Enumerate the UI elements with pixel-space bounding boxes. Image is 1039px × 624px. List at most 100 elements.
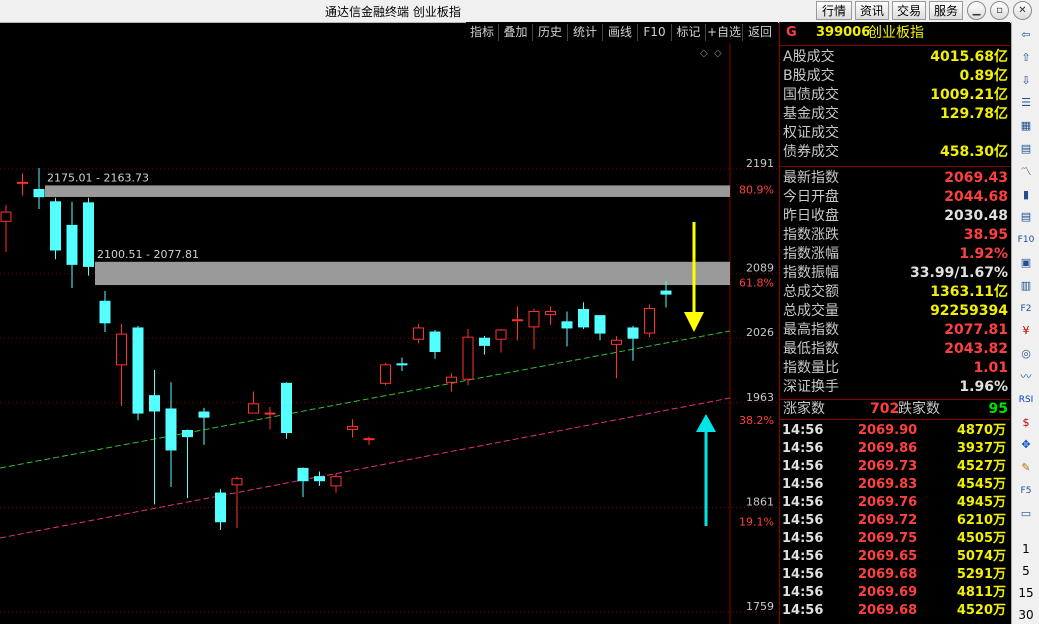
- candle-body: [297, 467, 309, 482]
- yellow-arrow-head: [684, 312, 704, 332]
- report-icon[interactable]: ▣: [1015, 254, 1037, 272]
- line-chart-icon[interactable]: 〰: [1015, 368, 1037, 386]
- f10-icon[interactable]: F10: [1015, 231, 1037, 249]
- decline-label: 跌家数: [898, 401, 940, 417]
- quote-row: 昨日收盘 2030.48: [780, 207, 1010, 226]
- period-30-button[interactable]: 30: [1012, 608, 1039, 622]
- app-title: 通达信金融终端 创业板指: [325, 5, 461, 19]
- quote-row: B股成交 0.89亿: [780, 67, 1010, 86]
- quote-row-label: 指数振幅: [783, 265, 839, 281]
- quote-row-value: 2069.43: [944, 170, 1008, 186]
- tick-price: 2069.90: [858, 423, 918, 438]
- news-icon[interactable]: ▥: [1015, 277, 1037, 295]
- quote-row-value: 92259394: [930, 303, 1008, 319]
- quote-row-value: 1.96%: [959, 379, 1008, 395]
- candle-body: [281, 382, 292, 434]
- quote-row-label: 总成交量: [783, 303, 839, 319]
- tick-volume: 4811万: [956, 585, 1006, 600]
- bars-icon[interactable]: ▮: [1015, 186, 1037, 204]
- candle-body: [116, 333, 127, 366]
- chart-icon[interactable]: 〽: [1015, 163, 1037, 181]
- quote-row: 指数振幅 33.99/1.67%: [780, 264, 1010, 283]
- money-icon[interactable]: ¥: [1015, 322, 1037, 340]
- quote-row: 最低指数 2043.82: [780, 340, 1010, 359]
- tool-statistics[interactable]: 统计: [568, 24, 603, 41]
- tick-time: 14:56: [782, 459, 824, 474]
- quote-row-label: B股成交: [783, 68, 835, 84]
- candle-body: [627, 327, 639, 339]
- quote-row-value: 1.01: [973, 360, 1008, 376]
- quote-row-label: 最新指数: [783, 170, 839, 186]
- tool-f10[interactable]: F10: [638, 24, 672, 41]
- kline-chart[interactable]: 2191 2089 2026 1963 1861 1759 80.9% 61.8% 38.2% 1…: [0, 22, 779, 624]
- quote-row-label: 指数量比: [783, 360, 839, 376]
- kline-chart-panel[interactable]: 2191 2089 2026 1963 1861 1759 80.9% 61.8% 38.2% 1…: [0, 22, 780, 624]
- rsi-icon[interactable]: RSI: [1015, 391, 1037, 409]
- quote-row-label: A股成交: [783, 49, 835, 65]
- tool-back[interactable]: 返回: [743, 24, 777, 41]
- minimize-icon[interactable]: ▁: [967, 1, 986, 20]
- window-icon[interactable]: ▭: [1015, 505, 1037, 523]
- price-zone: [95, 261, 730, 286]
- candle-body: [561, 321, 573, 329]
- quote-row: 指数涨幅 1.92%: [780, 245, 1010, 264]
- fib-label: 19.1%: [739, 516, 774, 529]
- quote-row-value: 129.78亿: [939, 106, 1008, 122]
- list-icon[interactable]: ☰: [1015, 94, 1037, 112]
- tool-mark[interactable]: 标记: [672, 24, 706, 41]
- dollar-icon[interactable]: $: [1015, 414, 1037, 432]
- quote-row-label: 债券成交: [783, 144, 839, 160]
- close-icon[interactable]: ✕: [1013, 1, 1032, 20]
- tool-history[interactable]: 历史: [533, 24, 568, 41]
- quote-row: 指数涨跌 38.95: [780, 226, 1010, 245]
- f2-icon[interactable]: F2: [1015, 300, 1037, 318]
- quote-row: 债券成交 458.30亿: [780, 143, 1010, 162]
- arrow-left-icon[interactable]: ⇦: [1015, 26, 1037, 44]
- fib-label: 61.8%: [739, 277, 774, 290]
- menu-service-button[interactable]: 服务: [929, 1, 963, 20]
- tool-overlay[interactable]: 叠加: [499, 24, 533, 41]
- menu-trade-button[interactable]: 交易: [892, 1, 926, 20]
- book-icon[interactable]: ▤: [1015, 208, 1037, 226]
- cyan-arrow-head: [696, 414, 716, 432]
- table-icon[interactable]: ▦: [1015, 117, 1037, 135]
- price-tick-label: 2191: [746, 157, 774, 170]
- arrow-up-icon[interactable]: ⇧: [1015, 49, 1037, 67]
- move-icon[interactable]: ✥: [1015, 436, 1037, 454]
- candle-body: [660, 290, 672, 295]
- menu-quotes-button[interactable]: 行情: [816, 1, 852, 20]
- circle-icon[interactable]: ◎: [1015, 345, 1037, 363]
- pen-icon[interactable]: ✎: [1015, 459, 1037, 477]
- candle-body: [429, 331, 441, 353]
- quote-row: 指数量比 1.01: [780, 359, 1010, 378]
- tool-draw-line[interactable]: 画线: [603, 24, 638, 41]
- quote-row-label: 国债成交: [783, 87, 839, 103]
- quote-row-value: 2043.82: [944, 341, 1008, 357]
- grid-icon[interactable]: ▤: [1015, 140, 1037, 158]
- quote-row-value: 4015.68亿: [930, 49, 1008, 65]
- tick-time: 14:56: [782, 477, 824, 492]
- restore-icon[interactable]: ▫: [990, 1, 1009, 20]
- candle-body: [479, 337, 490, 346]
- candle-body: [413, 327, 424, 340]
- period-5-button[interactable]: 5: [1012, 564, 1039, 578]
- candle-body: [165, 408, 177, 451]
- decline-count: 95: [988, 401, 1008, 417]
- period-15-button[interactable]: 15: [1012, 586, 1039, 600]
- menu-news-button[interactable]: 资讯: [855, 1, 889, 20]
- tick-price: 2069.76: [858, 495, 918, 510]
- diamond-icon[interactable]: ◇: [714, 48, 722, 59]
- candle-body: [314, 476, 325, 482]
- quote-row: 总成交量 92259394: [780, 302, 1010, 321]
- diamond-icon[interactable]: ◇: [700, 48, 708, 59]
- candle-body: [248, 403, 259, 414]
- tick-row: 14:56 2069.75 4505万: [780, 530, 1010, 548]
- tool-add-favorite[interactable]: +自选: [706, 24, 743, 41]
- period-1-button[interactable]: 1: [1012, 542, 1039, 556]
- tick-price: 2069.86: [858, 441, 918, 456]
- arrow-down-icon[interactable]: ⇩: [1015, 72, 1037, 90]
- tick-row: 14:56 2069.65 5074万: [780, 548, 1010, 566]
- tool-indicator[interactable]: 指标: [466, 24, 499, 41]
- quote-row-label: 总成交额: [783, 284, 839, 300]
- f5-icon[interactable]: F5: [1015, 482, 1037, 500]
